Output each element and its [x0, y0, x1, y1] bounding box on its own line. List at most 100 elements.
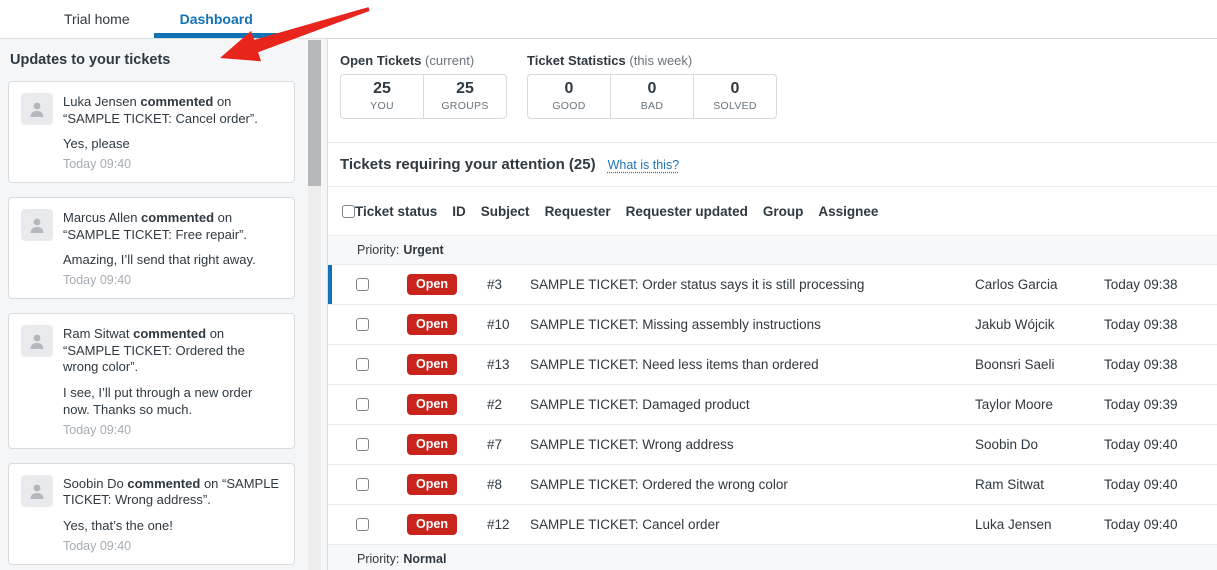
update-action: commented	[140, 94, 213, 109]
status-badge: Open	[407, 514, 457, 535]
divider	[328, 142, 1217, 143]
ticket-statistics-title: Ticket Statistics	[527, 53, 626, 68]
open-tickets-title: Open Tickets	[340, 53, 421, 68]
ticket-update-card[interactable]: Soobin Do commented on “SAMPLE TICKET: W…	[8, 463, 295, 565]
top-tab-bar: Trial home Dashboard	[0, 0, 1217, 39]
stat-label: BAD	[611, 100, 693, 112]
ticket-table-header: Ticket status ID Subject Requester Reque…	[328, 187, 1217, 236]
column-header-subject: Subject	[481, 204, 530, 219]
column-header-assignee: Assignee	[818, 204, 878, 219]
ticket-subject: SAMPLE TICKET: Missing assembly instruct…	[530, 317, 975, 332]
update-comment: Amazing, I’ll send that right away.	[63, 251, 282, 268]
ticket-row[interactable]: Open #2 SAMPLE TICKET: Damaged product T…	[328, 385, 1217, 425]
ticket-subject: SAMPLE TICKET: Ordered the wrong color	[530, 477, 975, 492]
ticket-row[interactable]: Open #12 SAMPLE TICKET: Cancel order Luk…	[328, 505, 1217, 545]
row-checkbox[interactable]	[356, 358, 369, 371]
update-title: Ram Sitwat commented on “SAMPLE TICKET: …	[63, 325, 282, 376]
update-comment: Yes, please	[63, 135, 282, 152]
ticket-requester-updated: Today 09:40	[1104, 477, 1217, 492]
priority-label: Priority:	[357, 243, 399, 257]
ticket-row[interactable]: Open #7 SAMPLE TICKET: Wrong address Soo…	[328, 425, 1217, 465]
stat-value: 0	[611, 80, 693, 98]
stat-label: GOOD	[528, 100, 610, 112]
updates-list: Luka Jensen commented on “SAMPLE TICKET:…	[8, 81, 295, 570]
update-title: Luka Jensen commented on “SAMPLE TICKET:…	[63, 93, 282, 127]
dashboard-main: Open Tickets (current) 25 YOU 25 GROUPS	[328, 39, 1217, 570]
ticket-requester-updated: Today 09:39	[1104, 397, 1217, 412]
update-timestamp: Today 09:40	[63, 539, 282, 553]
ticket-requester: Jakub Wójcik	[975, 317, 1104, 332]
row-checkbox[interactable]	[356, 438, 369, 451]
ticket-id: #13	[487, 357, 530, 372]
row-checkbox[interactable]	[356, 518, 369, 531]
stats-row: Open Tickets (current) 25 YOU 25 GROUPS	[340, 53, 1217, 119]
ticket-requester: Taylor Moore	[975, 397, 1104, 412]
open-tickets-subtitle: (current)	[425, 53, 474, 68]
update-title: Soobin Do commented on “SAMPLE TICKET: W…	[63, 475, 282, 509]
ticket-row[interactable]: Open #8 SAMPLE TICKET: Ordered the wrong…	[328, 465, 1217, 505]
select-all-checkbox[interactable]	[342, 205, 355, 218]
stat-label: SOLVED	[694, 100, 776, 112]
sidebar-scrollbar-track	[308, 40, 321, 570]
update-comment: I see, I’ll put through a new order now.…	[63, 384, 282, 418]
tab-dashboard[interactable]: Dashboard	[154, 0, 279, 38]
ticket-id: #8	[487, 477, 530, 492]
update-title: Marcus Allen commented on “SAMPLE TICKET…	[63, 209, 282, 243]
stat-box-solved: 0 SOLVED	[693, 74, 777, 119]
open-tickets-heading: Open Tickets (current)	[340, 53, 507, 68]
ticket-statistics-module: Ticket Statistics (this week) 0 GOOD 0 B…	[527, 53, 777, 119]
ticket-id: #12	[487, 517, 530, 532]
ticket-id: #10	[487, 317, 530, 332]
row-checkbox[interactable]	[356, 318, 369, 331]
sidebar-title: Updates to your tickets	[10, 52, 327, 68]
ticket-update-card[interactable]: Ram Sitwat commented on “SAMPLE TICKET: …	[8, 313, 295, 449]
ticket-subject: SAMPLE TICKET: Order status says it is s…	[530, 277, 975, 292]
priority-group-header: Priority: Normal	[328, 545, 1217, 570]
stat-box-groups: 25 GROUPS	[423, 74, 507, 119]
stat-value: 25	[424, 80, 506, 98]
what-is-this-link[interactable]: What is this?	[608, 158, 680, 172]
ticket-row[interactable]: Open #3 SAMPLE TICKET: Order status says…	[328, 265, 1217, 305]
user-avatar-icon	[21, 209, 53, 241]
ticket-requester-updated: Today 09:38	[1104, 277, 1217, 292]
ticket-subject: SAMPLE TICKET: Wrong address	[530, 437, 975, 452]
ticket-subject: SAMPLE TICKET: Damaged product	[530, 397, 975, 412]
ticket-row[interactable]: Open #13 SAMPLE TICKET: Need less items …	[328, 345, 1217, 385]
update-action: commented	[141, 210, 214, 225]
open-tickets-module: Open Tickets (current) 25 YOU 25 GROUPS	[340, 53, 507, 119]
attention-title: Tickets requiring your attention (25)	[340, 156, 596, 173]
ticket-id: #7	[487, 437, 530, 452]
status-badge: Open	[407, 434, 457, 455]
ticket-update-card[interactable]: Luka Jensen commented on “SAMPLE TICKET:…	[8, 81, 295, 183]
update-author: Soobin Do	[63, 476, 124, 491]
update-author: Marcus Allen	[63, 210, 137, 225]
column-header-ticket-status: Ticket status	[355, 204, 437, 219]
row-checkbox[interactable]	[356, 478, 369, 491]
ticket-update-card[interactable]: Marcus Allen commented on “SAMPLE TICKET…	[8, 197, 295, 299]
stat-value: 0	[694, 80, 776, 98]
column-header-requester: Requester	[545, 204, 611, 219]
status-badge: Open	[407, 314, 457, 335]
stat-box-bad: 0 BAD	[610, 74, 694, 119]
ticket-row[interactable]: Open #10 SAMPLE TICKET: Missing assembly…	[328, 305, 1217, 345]
ticket-requester-updated: Today 09:40	[1104, 517, 1217, 532]
ticket-statistics-subtitle: (this week)	[629, 53, 692, 68]
status-badge: Open	[407, 394, 457, 415]
ticket-requester-updated: Today 09:38	[1104, 357, 1217, 372]
stat-value: 25	[341, 80, 423, 98]
update-timestamp: Today 09:40	[63, 423, 282, 437]
status-badge: Open	[407, 274, 457, 295]
ticket-statistics-heading: Ticket Statistics (this week)	[527, 53, 777, 68]
status-badge: Open	[407, 354, 457, 375]
status-badge: Open	[407, 474, 457, 495]
updates-sidebar: Updates to your tickets Luka Jensen comm…	[0, 39, 328, 570]
row-checkbox[interactable]	[356, 278, 369, 291]
ticket-requester: Soobin Do	[975, 437, 1104, 452]
row-checkbox[interactable]	[356, 398, 369, 411]
ticket-requester-updated: Today 09:38	[1104, 317, 1217, 332]
tab-trial-home[interactable]: Trial home	[40, 0, 154, 38]
sidebar-scrollbar-thumb[interactable]	[308, 40, 321, 186]
update-ticket-name: “SAMPLE TICKET: Cancel order”.	[63, 111, 258, 126]
update-action: commented	[127, 476, 200, 491]
update-author: Ram Sitwat	[63, 326, 129, 341]
